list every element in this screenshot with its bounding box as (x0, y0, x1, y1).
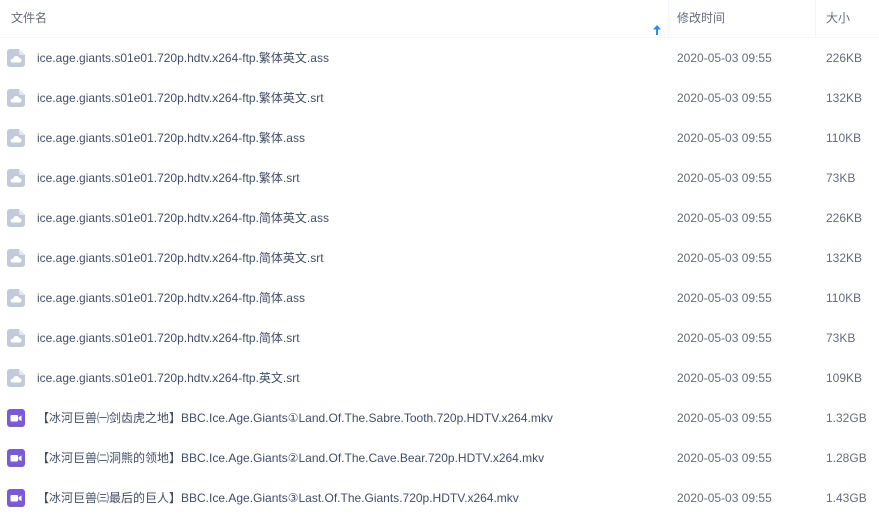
file-row[interactable]: ice.age.giants.s01e01.720p.hdtv.x264-ftp… (0, 278, 879, 318)
file-row[interactable]: ice.age.giants.s01e01.720p.hdtv.x264-ftp… (0, 38, 879, 78)
file-name[interactable]: 【冰河巨兽㈢最后的巨人】BBC.Ice.Age.Giants③Last.Of.T… (37, 478, 519, 518)
column-header-name-label: 文件名 (11, 11, 48, 25)
file-list: 文件名 修改时间 大小 ice.age.giants.s01e01.720p.h… (0, 0, 879, 523)
file-row[interactable]: ice.age.giants.s01e01.720p.hdtv.x264-ftp… (0, 318, 879, 358)
file-modified-time: 2020-05-03 09:55 (677, 411, 772, 425)
file-size: 1.32GB (826, 411, 867, 425)
cloud-document-icon (7, 49, 25, 67)
video-file-icon (7, 449, 25, 467)
video-file-icon (7, 489, 25, 507)
column-header-size[interactable]: 大小 (816, 0, 879, 37)
file-size: 226KB (826, 51, 863, 65)
file-size: 110KB (826, 291, 862, 305)
file-row[interactable]: ice.age.giants.s01e01.720p.hdtv.x264-ftp… (0, 118, 879, 158)
file-modified-time: 2020-05-03 09:55 (677, 291, 772, 305)
file-size: 132KB (826, 91, 863, 105)
file-name[interactable]: ice.age.giants.s01e01.720p.hdtv.x264-ftp… (37, 118, 305, 158)
file-name[interactable]: ice.age.giants.s01e01.720p.hdtv.x264-ftp… (37, 318, 300, 358)
file-size: 73KB (826, 331, 856, 345)
file-modified-time: 2020-05-03 09:55 (677, 371, 772, 385)
file-name[interactable]: ice.age.giants.s01e01.720p.hdtv.x264-ftp… (37, 358, 300, 398)
file-row[interactable]: ice.age.giants.s01e01.720p.hdtv.x264-ftp… (0, 358, 879, 398)
file-size: 1.43GB (826, 491, 867, 505)
column-header-name[interactable]: 文件名 (0, 0, 669, 37)
column-header-modified-time[interactable]: 修改时间 (669, 0, 816, 37)
file-name[interactable]: ice.age.giants.s01e01.720p.hdtv.x264-ftp… (37, 38, 329, 78)
file-row[interactable]: 【冰河巨兽㈢最后的巨人】BBC.Ice.Age.Giants③Last.Of.T… (0, 478, 879, 518)
file-row[interactable]: ice.age.giants.s01e01.720p.hdtv.x264-ftp… (0, 78, 879, 118)
cloud-document-icon (7, 329, 25, 347)
file-name[interactable]: ice.age.giants.s01e01.720p.hdtv.x264-ftp… (37, 198, 329, 238)
file-modified-time: 2020-05-03 09:55 (677, 491, 772, 505)
file-name[interactable]: ice.age.giants.s01e01.720p.hdtv.x264-ftp… (37, 238, 324, 278)
file-list-header: 文件名 修改时间 大小 (0, 0, 879, 38)
file-row[interactable]: 【冰河巨兽㈡洞熊的领地】BBC.Ice.Age.Giants②Land.Of.T… (0, 438, 879, 478)
file-size: 109KB (826, 371, 863, 385)
file-name[interactable]: ice.age.giants.s01e01.720p.hdtv.x264-ftp… (37, 278, 305, 318)
file-modified-time: 2020-05-03 09:55 (677, 91, 772, 105)
cloud-document-icon (7, 89, 25, 107)
file-modified-time: 2020-05-03 09:55 (677, 331, 772, 345)
arrow-up-icon[interactable] (653, 13, 661, 35)
file-size: 226KB (826, 211, 863, 225)
cloud-document-icon (7, 369, 25, 387)
file-modified-time: 2020-05-03 09:55 (677, 131, 772, 145)
file-rows: ice.age.giants.s01e01.720p.hdtv.x264-ftp… (0, 38, 879, 518)
file-size: 110KB (826, 131, 862, 145)
column-header-time-label: 修改时间 (677, 11, 726, 25)
file-name[interactable]: ice.age.giants.s01e01.720p.hdtv.x264-ftp… (37, 78, 324, 118)
file-size: 73KB (826, 171, 856, 185)
cloud-document-icon (7, 249, 25, 267)
cloud-document-icon (7, 209, 25, 227)
file-modified-time: 2020-05-03 09:55 (677, 51, 772, 65)
file-name[interactable]: 【冰河巨兽㈠剑齿虎之地】BBC.Ice.Age.Giants①Land.Of.T… (37, 398, 553, 438)
file-modified-time: 2020-05-03 09:55 (677, 211, 772, 225)
file-name[interactable]: 【冰河巨兽㈡洞熊的领地】BBC.Ice.Age.Giants②Land.Of.T… (37, 438, 544, 478)
file-row[interactable]: ice.age.giants.s01e01.720p.hdtv.x264-ftp… (0, 198, 879, 238)
file-row[interactable]: 【冰河巨兽㈠剑齿虎之地】BBC.Ice.Age.Giants①Land.Of.T… (0, 398, 879, 438)
file-modified-time: 2020-05-03 09:55 (677, 451, 772, 465)
file-size: 132KB (826, 251, 863, 265)
file-size: 1.28GB (826, 451, 867, 465)
column-header-size-label: 大小 (826, 11, 851, 25)
cloud-document-icon (7, 129, 25, 147)
file-row[interactable]: ice.age.giants.s01e01.720p.hdtv.x264-ftp… (0, 238, 879, 278)
file-modified-time: 2020-05-03 09:55 (677, 171, 772, 185)
cloud-document-icon (7, 289, 25, 307)
file-row[interactable]: ice.age.giants.s01e01.720p.hdtv.x264-ftp… (0, 158, 879, 198)
cloud-document-icon (7, 169, 25, 187)
file-modified-time: 2020-05-03 09:55 (677, 251, 772, 265)
file-name[interactable]: ice.age.giants.s01e01.720p.hdtv.x264-ftp… (37, 158, 300, 198)
video-file-icon (7, 409, 25, 427)
